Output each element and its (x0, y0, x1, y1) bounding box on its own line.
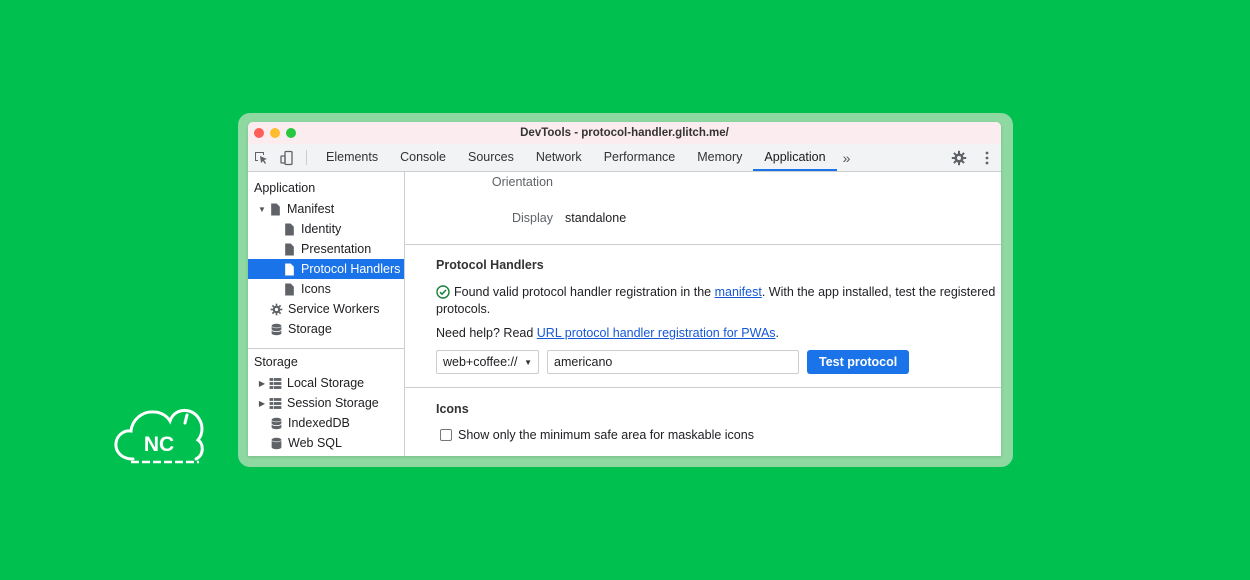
sidebar-divider (248, 348, 404, 349)
sidebar-item-presentation[interactable]: Presentation (248, 239, 404, 259)
protocol-help-message: Need help? Read URL protocol handler reg… (436, 326, 1001, 340)
sidebar-item-protocol-handlers[interactable]: Protocol Handlers (248, 259, 404, 279)
tab-console[interactable]: Console (389, 144, 457, 171)
close-window-button[interactable] (254, 128, 264, 138)
grid-icon (268, 376, 282, 390)
traffic-lights (254, 128, 296, 138)
protocol-test-form: web+coffee:// ▼ Test protocol (436, 350, 1001, 374)
display-label: Display (512, 211, 553, 225)
expand-arrow-icon[interactable]: ▶ (256, 379, 268, 388)
tab-elements[interactable]: Elements (315, 144, 389, 171)
more-tabs-button[interactable]: » (837, 144, 857, 171)
file-icon (282, 282, 296, 296)
chevron-down-icon: ▼ (524, 357, 532, 367)
kebab-menu-icon[interactable] (973, 150, 1001, 166)
toolbar-divider (306, 150, 307, 165)
sidebar-item-label: Session Storage (287, 396, 379, 410)
tab-sources[interactable]: Sources (457, 144, 525, 171)
found-text-1: Found valid protocol handler registratio… (454, 285, 715, 299)
protocol-found-message: Found valid protocol handler registratio… (436, 285, 996, 316)
minimize-window-button[interactable] (270, 128, 280, 138)
grid-icon (268, 396, 282, 410)
sidebar-item-label: IndexedDB (288, 416, 350, 430)
display-row: Display standalone (405, 208, 1001, 228)
check-circle-icon (436, 285, 450, 302)
maskable-checkbox[interactable] (440, 429, 452, 441)
maskable-checkbox-label: Show only the minimum safe area for mask… (458, 428, 754, 442)
orientation-row: Orientation (405, 172, 1001, 192)
sidebar-item-manifest[interactable]: ▼ Manifest (248, 199, 404, 219)
orientation-label: Orientation (491, 175, 553, 189)
sidebar-item-icons[interactable]: Icons (248, 279, 404, 299)
icons-section: Icons Show only the minimum safe area fo… (405, 388, 1001, 442)
sidebar-item-web-sql[interactable]: Web SQL (248, 433, 404, 453)
tab-application[interactable]: Application (753, 144, 837, 171)
sidebar-item-label: Protocol Handlers (301, 262, 401, 276)
main-panel: Orientation Display standalone Protocol … (405, 172, 1001, 456)
protocol-query-input[interactable] (547, 350, 799, 374)
sidebar-heading-storage: Storage (254, 355, 298, 369)
toolbar-right (932, 144, 1001, 171)
sidebar-item-label: Storage (288, 322, 332, 336)
window-title: DevTools - protocol-handler.glitch.me/ (520, 127, 729, 139)
application-sidebar: Application ▼ Manifest Identity Presenta… (248, 172, 405, 456)
logo-text: NC (144, 433, 174, 456)
sidebar-item-label: Icons (301, 282, 331, 296)
maskable-checkbox-row: Show only the minimum safe area for mask… (436, 428, 1001, 442)
tab-memory[interactable]: Memory (686, 144, 753, 171)
protocol-handlers-section: Protocol Handlers Found valid protocol h… (405, 245, 1001, 374)
sidebar-heading-application: Application (254, 181, 316, 195)
file-icon (282, 262, 296, 276)
sidebar-item-label: Web SQL (288, 436, 342, 450)
sidebar-item-label: Manifest (287, 202, 335, 216)
help-end: . (775, 326, 780, 340)
sidebar-item-session-storage[interactable]: ▶ Session Storage (248, 393, 404, 413)
devtools-tabbar: Elements Console Sources Network Perform… (248, 144, 1001, 172)
file-icon (268, 202, 282, 216)
nc-cloud-logo: NC (113, 405, 205, 467)
tab-network[interactable]: Network (525, 144, 593, 171)
inspect-element-icon[interactable] (248, 144, 274, 171)
tab-performance[interactable]: Performance (593, 144, 687, 171)
settings-gear-icon[interactable] (945, 150, 973, 166)
expand-arrow-icon[interactable]: ▼ (256, 205, 268, 214)
sidebar-item-label: Local Storage (287, 376, 365, 390)
test-protocol-button[interactable]: Test protocol (807, 350, 910, 374)
title-bar: DevTools - protocol-handler.glitch.me/ (248, 122, 1001, 144)
gear-icon (269, 302, 283, 316)
protocol-select[interactable]: web+coffee:// ▼ (436, 350, 539, 374)
protocol-select-value: web+coffee:// (443, 355, 518, 369)
sidebar-item-indexeddb[interactable]: IndexedDB (248, 413, 404, 433)
sidebar-item-storage[interactable]: Storage (248, 319, 404, 339)
sidebar-item-label: Identity (301, 222, 342, 236)
device-toolbar-icon[interactable] (274, 144, 300, 171)
help-text: Need help? Read (436, 326, 537, 340)
file-icon (282, 242, 296, 256)
manifest-link[interactable]: manifest (715, 285, 762, 299)
icons-title: Icons (436, 402, 469, 416)
sidebar-item-service-workers[interactable]: Service Workers (248, 299, 404, 319)
protocol-handlers-title: Protocol Handlers (436, 258, 544, 272)
sidebar-item-identity[interactable]: Identity (248, 219, 404, 239)
maximize-window-button[interactable] (286, 128, 296, 138)
sidebar-item-local-storage[interactable]: ▶ Local Storage (248, 373, 404, 393)
devtools-window: DevTools - protocol-handler.glitch.me/ E… (248, 122, 1001, 456)
database-icon (269, 416, 283, 430)
display-value: standalone (565, 211, 627, 225)
sidebar-item-label: Presentation (301, 242, 372, 256)
devtools-body: Application ▼ Manifest Identity Presenta… (248, 172, 1001, 456)
database-icon (269, 436, 283, 450)
file-icon (282, 222, 296, 236)
expand-arrow-icon[interactable]: ▶ (256, 399, 268, 408)
database-icon (269, 322, 283, 336)
sidebar-item-label: Service Workers (288, 302, 380, 316)
pwa-protocol-docs-link[interactable]: URL protocol handler registration for PW… (537, 326, 776, 340)
